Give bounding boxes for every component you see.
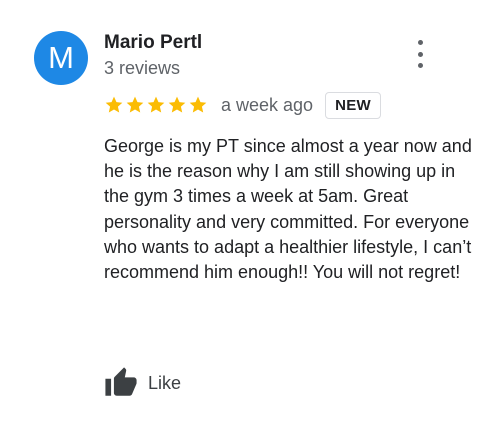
- new-badge: NEW: [325, 91, 381, 119]
- review-time: a week ago: [221, 94, 314, 115]
- star-icon: [105, 96, 123, 113]
- review-text: George is my PT since almost a year now …: [104, 136, 472, 283]
- star-icon: [168, 96, 186, 113]
- star-icon: [189, 96, 207, 113]
- reviewer-name[interactable]: Mario Pertl: [104, 32, 202, 54]
- avatar[interactable]: M: [34, 31, 88, 85]
- review-count[interactable]: 3 reviews: [104, 58, 180, 79]
- star-icon: [147, 96, 165, 113]
- review-meta: a week ago NEW: [104, 90, 381, 120]
- review-card: M Mario Pertl 3 reviews a week ago NEW G…: [0, 0, 500, 430]
- more-vert-icon-dot: [417, 51, 423, 57]
- like-button[interactable]: Like: [104, 366, 181, 400]
- avatar-initial: M: [48, 40, 74, 75]
- star-rating: [104, 95, 209, 115]
- more-options-button[interactable]: [408, 40, 432, 68]
- star-icon: [126, 96, 144, 113]
- more-vert-icon-dot: [417, 63, 423, 68]
- like-label: Like: [148, 372, 182, 393]
- more-vert-icon: [417, 40, 423, 45]
- thumbs-up-icon: [105, 367, 137, 396]
